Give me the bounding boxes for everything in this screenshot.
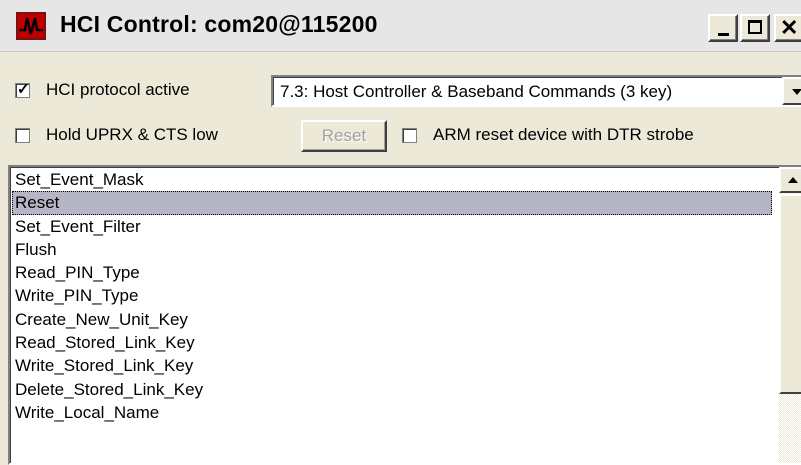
list-item[interactable]: Read_PIN_Type: [12, 261, 772, 284]
app-waveform-icon: [16, 12, 46, 40]
list-item[interactable]: Write_PIN_Type: [12, 284, 772, 307]
reset-button[interactable]: Reset: [301, 120, 387, 152]
list-item[interactable]: Write_Local_Name: [12, 401, 772, 424]
list-item[interactable]: Delete_Stored_Link_Key: [12, 378, 772, 401]
maximize-button[interactable]: [740, 14, 770, 42]
list-item[interactable]: Write_Stored_Link_Key: [12, 354, 772, 377]
dropdown-arrow-icon[interactable]: [782, 77, 801, 105]
arm-reset-label[interactable]: ARM reset device with DTR strobe: [433, 125, 694, 145]
hold-uprx-cts-checkbox[interactable]: [15, 128, 30, 143]
command-list[interactable]: Set_Event_Mask Reset Set_Event_Filter Flush…: [8, 165, 801, 465]
hold-uprx-cts-label[interactable]: Hold UPRX & CTS low: [46, 125, 218, 145]
command-group-select[interactable]: 7.3: Host Controller & Baseband Commands…: [271, 75, 801, 107]
list-item[interactable]: Read_Stored_Link_Key: [12, 331, 772, 354]
list-item[interactable]: Create_New_Unit_Key: [12, 308, 772, 331]
command-group-value: 7.3: Host Controller & Baseband Commands…: [280, 82, 673, 101]
minimize-button[interactable]: [708, 14, 738, 42]
list-item[interactable]: Flush: [12, 238, 772, 261]
window-title: HCI Control: com20@115200: [60, 11, 378, 37]
vertical-scrollbar[interactable]: [779, 167, 801, 463]
checkmark-icon: ✓: [17, 81, 30, 98]
command-list-items: Set_Event_Mask Reset Set_Event_Filter Flush…: [12, 168, 772, 424]
list-item[interactable]: Set_Event_Mask: [12, 168, 772, 191]
minimize-icon: [718, 33, 729, 36]
list-item[interactable]: Reset: [12, 191, 772, 215]
scrollbar-thumb[interactable]: [779, 194, 801, 394]
close-icon: ✕: [780, 15, 799, 40]
close-button[interactable]: ✕: [774, 14, 801, 42]
title-bar[interactable]: HCI Control: com20@115200 ✕: [0, 0, 801, 52]
list-item[interactable]: Set_Event_Filter: [12, 215, 772, 238]
maximize-icon: [748, 20, 762, 34]
hci-protocol-active-label[interactable]: HCI protocol active: [46, 80, 190, 100]
hci-protocol-active-checkbox[interactable]: ✓: [15, 81, 30, 98]
scroll-up-arrow-icon[interactable]: [779, 167, 801, 193]
arm-reset-checkbox[interactable]: [402, 128, 417, 143]
